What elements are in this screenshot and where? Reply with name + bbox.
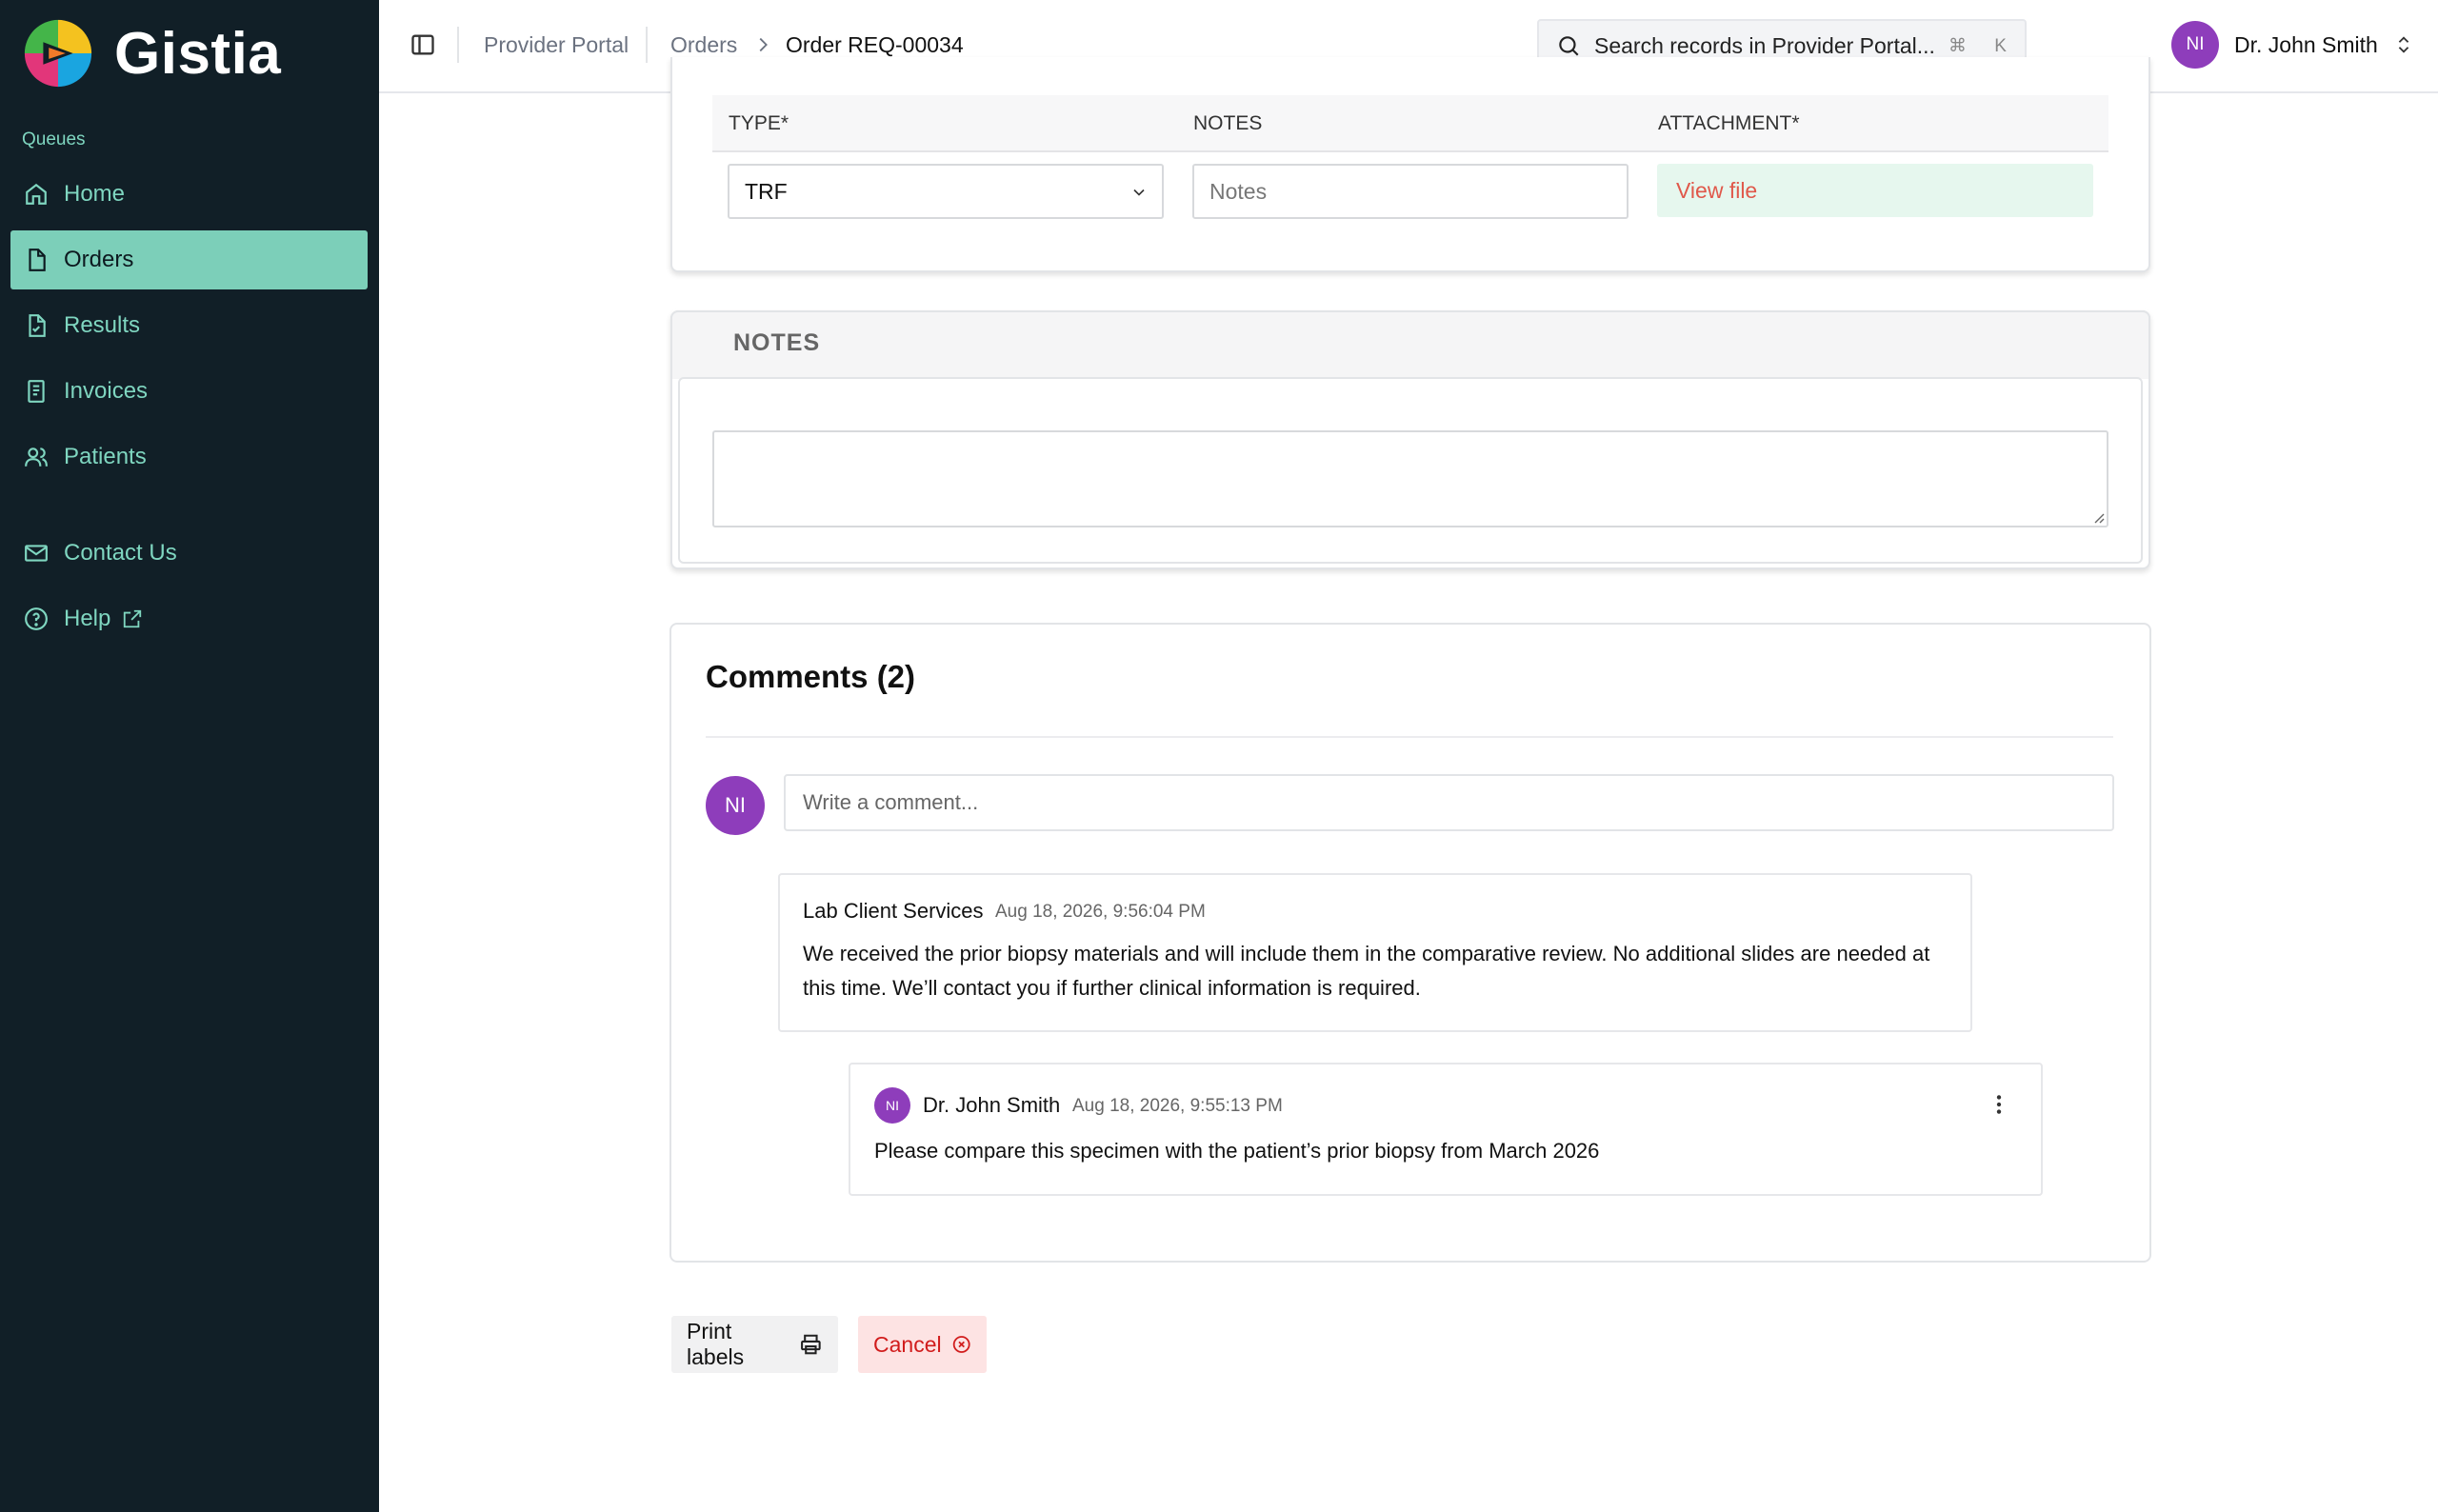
external-link-icon: [124, 609, 142, 628]
sidebar: Gistia Queues Home Orders Results Invoic…: [0, 0, 379, 1512]
comment-input-placeholder: Write a comment...: [803, 790, 979, 814]
sidebar-item-label: Orders: [64, 247, 134, 272]
sidebar-item-contact-us[interactable]: Contact Us: [10, 524, 368, 583]
attachment-type-select[interactable]: TRF: [728, 164, 1164, 219]
file-icon: [29, 249, 46, 271]
sidebar-item-label: Invoices: [64, 378, 149, 404]
sidebar-item-help[interactable]: Help: [10, 589, 368, 648]
sidebar-item-label: Patients: [64, 444, 147, 469]
sidebar-item-label: Home: [64, 181, 126, 207]
x-circle-icon: [952, 1336, 970, 1353]
sidebar-item-label: Help: [64, 606, 111, 631]
home-icon: [26, 183, 47, 205]
sidebar-item-orders[interactable]: Orders: [10, 230, 368, 289]
notes-section-title: NOTES: [733, 329, 821, 356]
more-vertical-icon[interactable]: [1987, 1092, 2011, 1117]
breadcrumb-divider: [646, 27, 648, 63]
cancel-button[interactable]: Cancel: [858, 1316, 987, 1373]
chevron-right-icon: [759, 37, 768, 52]
search-icon: [1559, 36, 1579, 56]
breadcrumb-orders[interactable]: Orders: [670, 30, 737, 59]
attachment-type-value: TRF: [745, 178, 788, 204]
gistia-logo-icon: [24, 19, 92, 88]
printer-icon: [801, 1334, 821, 1355]
receipt-icon: [28, 380, 45, 403]
brand-logo[interactable]: Gistia: [21, 15, 281, 91]
notes-card-header: [670, 310, 2150, 379]
avatar: NI: [874, 1087, 910, 1124]
view-file-label: View file: [1676, 177, 1758, 203]
help-circle-icon: [25, 607, 48, 630]
comment-timestamp: Aug 18, 2026, 9:56:04 PM: [995, 902, 1206, 922]
sidebar-item-label: Results: [64, 312, 141, 338]
notes-textarea[interactable]: [712, 430, 2108, 527]
sidebar-item-results[interactable]: Results: [10, 296, 368, 355]
chevron-down-icon: [1133, 189, 1145, 196]
comment-item: [849, 1063, 2043, 1196]
comment-body: Please compare this specimen with the pa…: [874, 1139, 1600, 1163]
attachment-notes-placeholder: Notes: [1209, 178, 1268, 204]
column-header-notes: NOTES: [1193, 112, 1263, 134]
comments-title: Comments (2): [706, 659, 916, 694]
breadcrumb-provider-portal[interactable]: Provider Portal: [484, 30, 629, 59]
sidebar-item-label: Contact Us: [64, 540, 177, 566]
queues-section-label: Queues: [22, 129, 86, 149]
comments-divider: [706, 736, 2113, 738]
comment-timestamp: Aug 18, 2026, 9:55:13 PM: [1072, 1096, 1283, 1116]
search-placeholder: Search records in Provider Portal...: [1594, 32, 1935, 58]
breadcrumb-current-order: Order REQ-00034: [786, 32, 964, 57]
comment-author: Lab Client Services: [803, 899, 984, 923]
sidebar-toggle-icon[interactable]: [410, 31, 436, 58]
comment-author: Dr. John Smith: [923, 1093, 1061, 1117]
users-icon: [25, 448, 48, 467]
comment-input[interactable]: Write a comment...: [784, 774, 2114, 831]
view-file-link[interactable]: View file: [1657, 164, 2093, 217]
search-shortcut: ⌘ K: [1948, 35, 2018, 56]
resize-handle-icon[interactable]: [2091, 510, 2105, 524]
column-header-type: TYPE*: [729, 112, 789, 134]
print-labels-label: Print labels: [687, 1319, 745, 1369]
mail-icon: [25, 545, 48, 562]
sidebar-item-home[interactable]: Home: [10, 165, 368, 224]
brand-name: Gistia: [114, 20, 282, 87]
chevron-up-down-icon: [2398, 36, 2409, 53]
sidebar-item-invoices[interactable]: Invoices: [10, 362, 368, 421]
avatar: NI: [2171, 21, 2219, 69]
cancel-label: Cancel: [873, 1331, 942, 1357]
file-check-icon: [29, 314, 46, 337]
attachment-notes-input[interactable]: Notes: [1192, 164, 1629, 219]
comment-body: We received the prior biopsy materials a…: [803, 942, 1930, 1000]
user-menu[interactable]: NI Dr. John Smith: [2171, 21, 2414, 69]
user-name: Dr. John Smith: [2234, 31, 2378, 57]
print-labels-button[interactable]: Print labels: [671, 1316, 838, 1373]
attachments-table-header: [712, 95, 2108, 152]
sidebar-item-patients[interactable]: Patients: [10, 428, 368, 487]
header-divider: [457, 27, 459, 63]
avatar: NI: [706, 776, 765, 835]
column-header-attachment: ATTACHMENT*: [1658, 112, 1800, 134]
